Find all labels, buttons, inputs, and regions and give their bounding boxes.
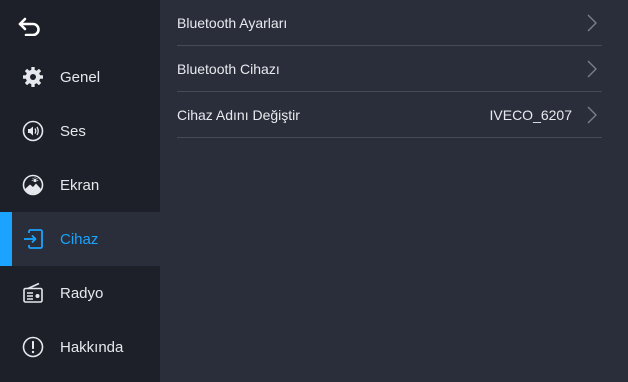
info-icon (21, 335, 45, 359)
sidebar-item-radyo[interactable]: Radyo (0, 266, 160, 320)
sidebar-item-label: Ekran (60, 176, 100, 194)
row-bluetooth-cihazi[interactable]: Bluetooth Cihazı (177, 46, 602, 92)
row-label: Cihaz Adını Değiştir (177, 106, 300, 123)
back-arrow-icon (18, 17, 40, 36)
row-label: Bluetooth Ayarları (177, 14, 288, 31)
row-bluetooth-ayarlari[interactable]: Bluetooth Ayarları (177, 0, 602, 46)
speaker-icon (21, 119, 45, 143)
sidebar-item-ses[interactable]: Ses (0, 104, 160, 158)
settings-panel: Bluetooth Ayarları Bluetooth Cihazı Ciha… (160, 0, 628, 382)
radio-icon (21, 281, 45, 305)
row-label: Bluetooth Cihazı (177, 60, 280, 77)
sidebar: Genel Ses Ekran Cihaz Radyo Hakkında (0, 0, 160, 382)
sidebar-item-label: Radyo (60, 284, 104, 302)
device-name-value: IVECO_6207 (489, 106, 573, 123)
sidebar-item-cihaz[interactable]: Cihaz (0, 212, 160, 266)
device-input-icon (21, 227, 45, 251)
sidebar-item-ekran[interactable]: Ekran (0, 158, 160, 212)
active-indicator (0, 212, 12, 266)
back-button[interactable] (0, 0, 160, 52)
sidebar-item-label: Genel (60, 68, 101, 86)
sidebar-item-hakkinda[interactable]: Hakkında (0, 320, 160, 374)
display-brightness-icon (21, 173, 45, 197)
row-cihaz-adini-degistir[interactable]: Cihaz Adını Değiştir IVECO_6207 (177, 92, 602, 138)
chevron-right-icon (587, 60, 597, 77)
gear-icon (21, 65, 45, 89)
sidebar-item-label: Cihaz (60, 230, 99, 248)
sidebar-item-label: Ses (60, 122, 86, 140)
chevron-right-icon (587, 106, 597, 123)
sidebar-item-genel[interactable]: Genel (0, 50, 160, 104)
sidebar-item-label: Hakkında (60, 338, 124, 356)
chevron-right-icon (587, 14, 597, 31)
